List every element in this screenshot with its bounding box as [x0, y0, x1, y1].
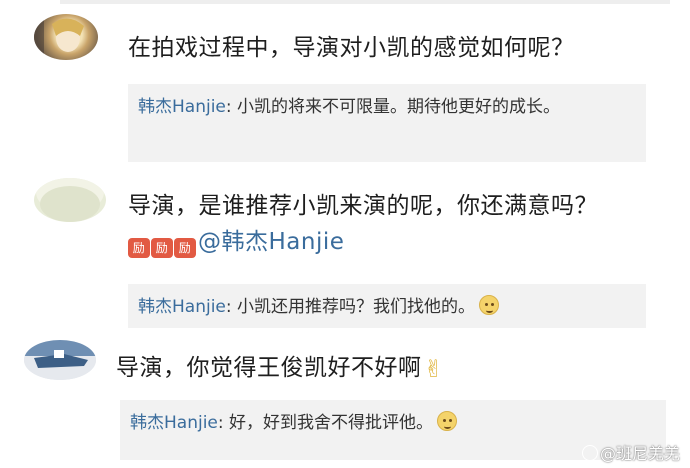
weibo-logo-icon: [581, 445, 598, 461]
user-avatar-round-icon: [36, 178, 104, 222]
sticker-icon: 励: [174, 238, 196, 258]
reply-author-name[interactable]: 韩杰Hanjie: [138, 97, 226, 117]
reply-text: 小凯的将来不可限量。期待他更好的成长。: [231, 97, 561, 117]
user-avatar-landscape-icon: [24, 340, 96, 380]
comment-body: 导演，是谁推荐小凯来演的呢，你还满意吗？: [128, 193, 598, 219]
watermark: @班尼羌羌: [581, 440, 680, 464]
comment-text: 在拍戏过程中，导演对小凯的感觉如何呢？: [128, 35, 575, 61]
comment-text: 导演，是谁推荐小凯来演的呢，你还满意吗？ 励 励 励 @韩杰Hanjie: [128, 188, 648, 260]
mention-link[interactable]: @韩杰Hanjie: [198, 229, 344, 255]
reply-box: 韩杰Hanjie: 小凯的将来不可限量。期待他更好的成长。: [128, 84, 646, 162]
sticker-icon: 励: [151, 238, 173, 258]
thinking-emoji-icon: [437, 411, 458, 431]
smile-emoji-icon: [479, 295, 500, 315]
user-avatar-1[interactable]: [34, 14, 98, 60]
reply-author-name[interactable]: 韩杰Hanjie: [138, 297, 226, 317]
user-avatar-photo-icon: [34, 14, 84, 60]
reply-box: 韩杰Hanjie: 小凯还用推荐吗？我们找他的。: [128, 284, 646, 328]
user-avatar-2[interactable]: [34, 178, 106, 222]
sticker-icon: 励: [128, 238, 150, 258]
user-avatar-3[interactable]: [24, 340, 96, 380]
sticker-group: 励 励 励: [128, 238, 196, 258]
reply-text: 小凯还用推荐吗？我们找他的。: [231, 297, 476, 317]
reply-text: 好，好到我舍不得批评他。: [223, 413, 434, 433]
victory-hand-emoji-icon: ✌: [423, 355, 445, 383]
watermark-text: @班尼羌羌: [599, 444, 680, 463]
reply-author-name[interactable]: 韩杰Hanjie: [130, 413, 218, 433]
comment-text: 导演，你觉得王俊凯好不好啊✌: [116, 350, 656, 386]
comment-body: 导演，你觉得王俊凯好不好啊: [116, 355, 422, 381]
previous-item-edge: [60, 0, 670, 4]
